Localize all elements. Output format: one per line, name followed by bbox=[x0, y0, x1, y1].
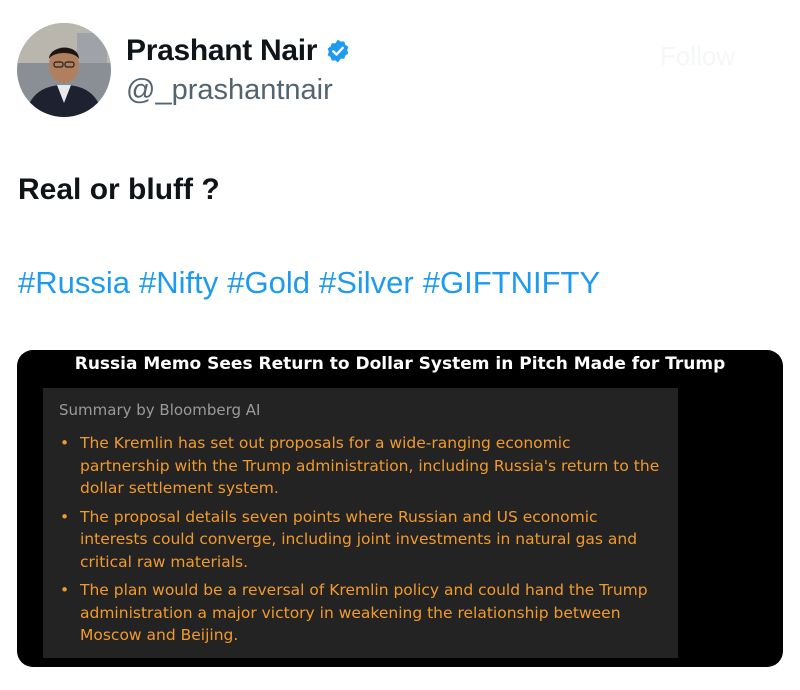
avatar[interactable] bbox=[17, 23, 111, 117]
bullet-icon: • bbox=[60, 434, 70, 452]
summary-heading: Summary by Bloomberg AI bbox=[59, 401, 261, 419]
author-name-row[interactable]: Prashant Nair bbox=[126, 33, 351, 69]
summary-item-text: The plan would be a reversal of Kremlin … bbox=[80, 581, 648, 644]
author-name[interactable]: Prashant Nair bbox=[126, 33, 317, 69]
bullet-icon: • bbox=[60, 507, 70, 526]
hashtag-link[interactable]: #Nifty bbox=[139, 262, 218, 304]
tweet-media-image[interactable]: Russia Memo Sees Return to Dollar System… bbox=[17, 350, 783, 667]
summary-item-text: The Kremlin has set out proposals for a … bbox=[80, 434, 660, 497]
summary-list: • The Kremlin has set out proposals for … bbox=[60, 432, 660, 653]
hashtag-link[interactable]: #Russia bbox=[18, 262, 130, 304]
summary-item: • The plan would be a reversal of Kremli… bbox=[60, 579, 660, 647]
hashtag-link[interactable]: #GIFTNIFTY bbox=[423, 262, 600, 304]
summary-item: • The proposal details seven points wher… bbox=[60, 506, 660, 574]
summary-item: • The Kremlin has set out proposals for … bbox=[60, 432, 660, 500]
hashtag-link[interactable]: #Gold bbox=[227, 262, 310, 304]
follow-button[interactable]: Follow bbox=[660, 40, 735, 72]
ai-summary-box: Summary by Bloomberg AI • The Kremlin ha… bbox=[43, 388, 678, 658]
hashtag-list: #Russia #Nifty #Gold #Silver #GIFTNIFTY bbox=[18, 262, 600, 304]
summary-item-text: The proposal details seven points where … bbox=[80, 507, 638, 571]
verified-badge-icon bbox=[325, 38, 351, 64]
profile-photo bbox=[17, 23, 111, 117]
hashtag-link[interactable]: #Silver bbox=[319, 262, 414, 304]
author-handle[interactable]: @_prashantnair bbox=[126, 72, 333, 108]
bullet-icon: • bbox=[60, 581, 70, 599]
article-headline: Russia Memo Sees Return to Dollar System… bbox=[74, 354, 726, 374]
tweet-text: Real or bluff ? bbox=[18, 173, 220, 206]
